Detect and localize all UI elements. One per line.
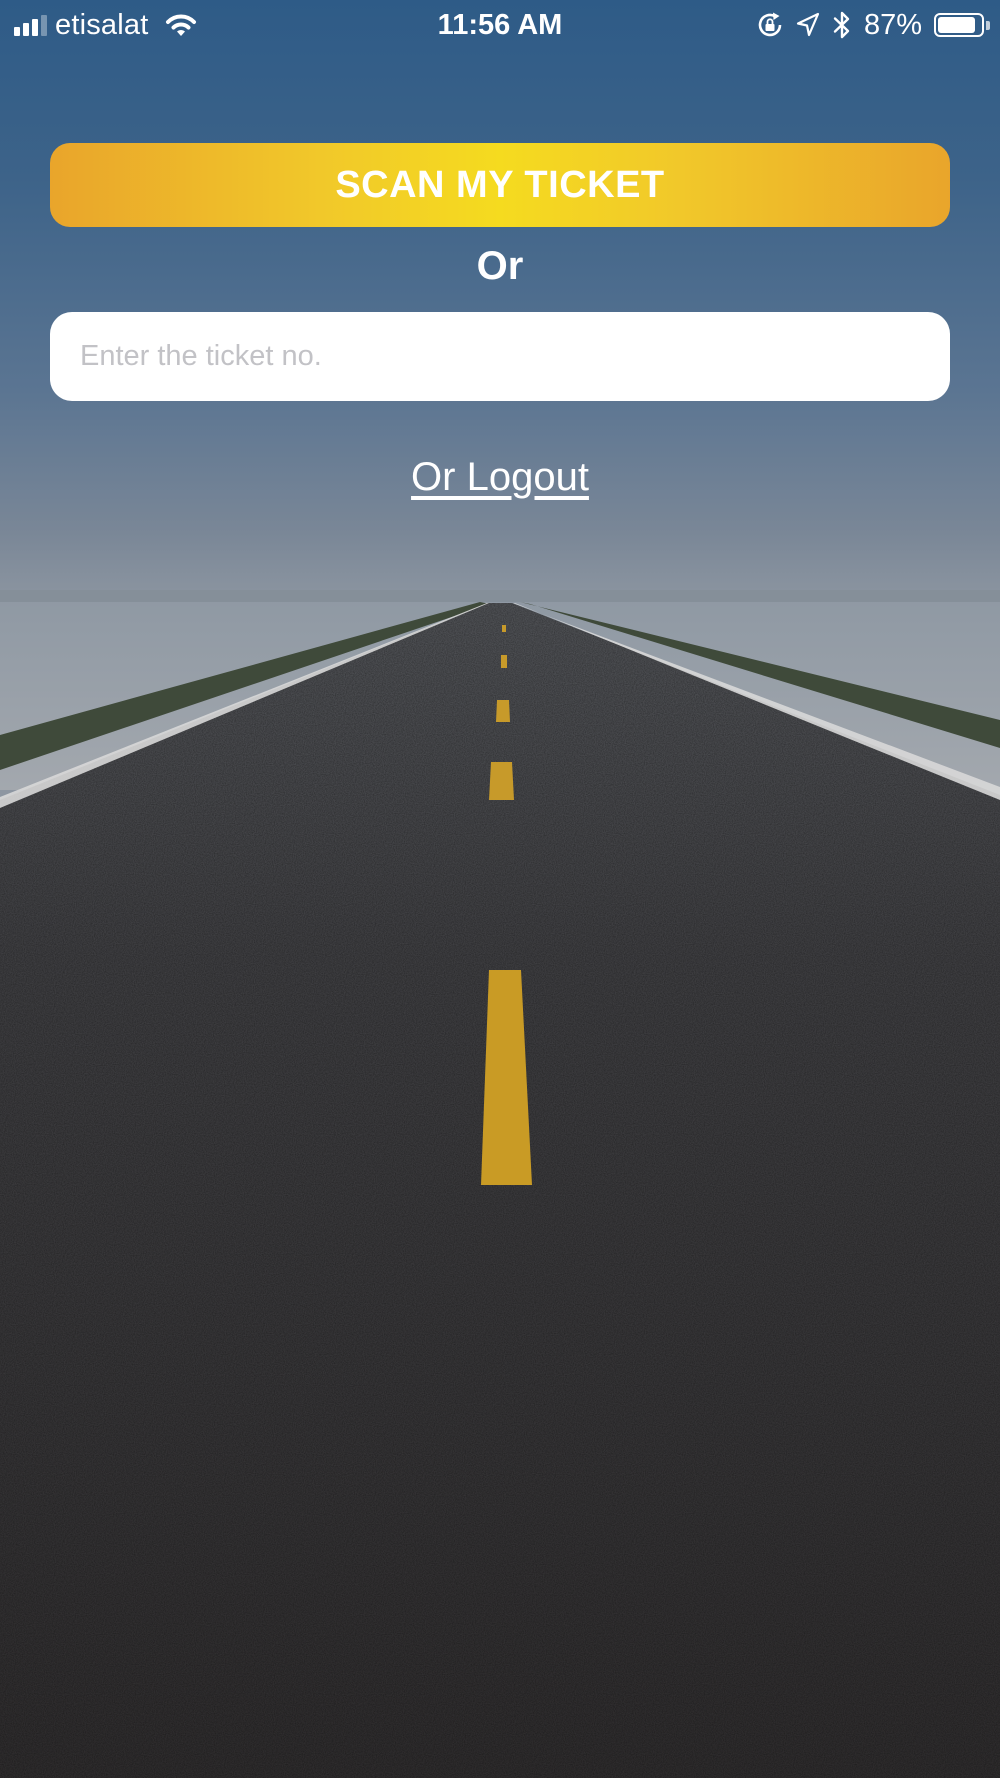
ticket-number-input[interactable] <box>50 312 950 401</box>
location-arrow-icon <box>796 12 820 37</box>
status-right: 87% <box>756 6 990 44</box>
bluetooth-icon <box>833 11 850 39</box>
scan-ticket-button[interactable]: SCAN MY TICKET <box>50 143 950 227</box>
battery-fill <box>938 17 975 33</box>
or-divider-label: Or <box>476 244 524 288</box>
screen: etisalat 11:56 AM 87% SCAN MY TICKET Or … <box>0 0 1000 1778</box>
logout-link[interactable]: Or Logout <box>0 455 1000 500</box>
status-bar: etisalat 11:56 AM 87% <box>0 0 1000 50</box>
rotation-lock-icon <box>758 12 782 37</box>
battery-percent: 87% <box>863 8 922 41</box>
battery-icon <box>934 12 990 38</box>
